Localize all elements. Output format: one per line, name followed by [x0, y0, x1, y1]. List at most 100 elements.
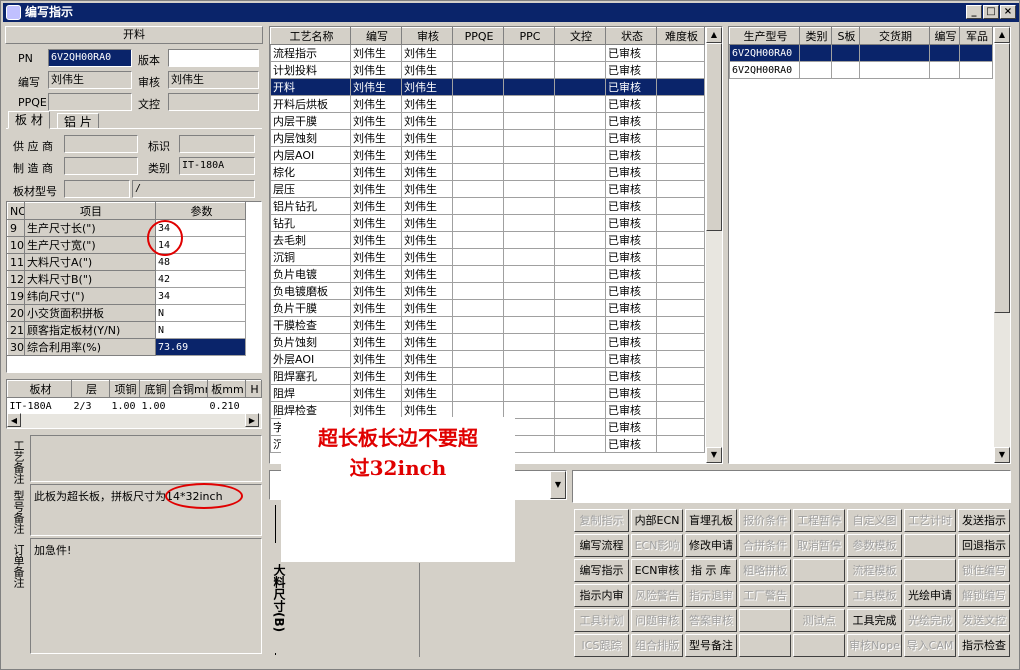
process-empty-cell[interactable]	[554, 61, 606, 79]
process-empty-cell[interactable]	[503, 78, 555, 96]
process-author[interactable]: 刘伟生	[350, 163, 402, 181]
process-author[interactable]: 刘伟生	[350, 384, 402, 402]
model-col-header[interactable]: 交货期	[859, 27, 930, 45]
process-name[interactable]: 阻焊检查	[270, 401, 351, 419]
mark-field[interactable]	[179, 135, 255, 153]
model-empty-cell[interactable]	[859, 44, 930, 62]
param-value[interactable]: N	[155, 321, 246, 339]
process-empty-cell[interactable]	[656, 61, 705, 79]
process-empty-cell[interactable]	[452, 95, 504, 113]
process-empty-cell[interactable]	[503, 299, 555, 317]
ppqe-field[interactable]	[48, 93, 132, 111]
process-status[interactable]: 已审核	[605, 214, 657, 232]
process-author[interactable]: 刘伟生	[350, 61, 402, 79]
process-empty-cell[interactable]	[452, 401, 504, 419]
scroll-right-icon[interactable]: ▶	[245, 413, 259, 427]
process-empty-cell[interactable]	[452, 146, 504, 164]
model-empty-cell[interactable]	[831, 44, 860, 62]
process-status[interactable]: 已审核	[605, 112, 657, 130]
action-button[interactable]: 报价条件	[739, 509, 791, 532]
param-item[interactable]: 综合利用率(%)	[24, 338, 156, 356]
process-status[interactable]: 已审核	[605, 316, 657, 334]
process-status[interactable]: 已审核	[605, 367, 657, 385]
process-status[interactable]: 已审核	[605, 231, 657, 249]
model-empty-cell[interactable]	[959, 61, 993, 79]
action-button[interactable]: 回退指示	[958, 534, 1010, 557]
model-col-header[interactable]: 军品	[959, 27, 993, 45]
process-row[interactable]: 铝片钻孔 刘伟生 刘伟生 已审核	[270, 197, 705, 215]
process-empty-cell[interactable]	[503, 61, 555, 79]
process-row[interactable]: 外层AOI 刘伟生 刘伟生 已审核	[270, 350, 705, 368]
col-item[interactable]: 项目	[24, 202, 156, 220]
process-empty-cell[interactable]	[503, 129, 555, 147]
process-empty-cell[interactable]	[452, 367, 504, 385]
process-name[interactable]: 铝片钻孔	[270, 197, 351, 215]
material-col-header[interactable]: 板材	[7, 380, 72, 398]
action-button[interactable]: 测试点	[793, 609, 845, 632]
process-status[interactable]: 已审核	[605, 61, 657, 79]
process-name[interactable]: 外层AOI	[270, 350, 351, 368]
process-reviewer[interactable]: 刘伟生	[401, 282, 453, 300]
process-empty-cell[interactable]	[503, 197, 555, 215]
action-button[interactable]: 工具完成	[847, 609, 902, 632]
process-author[interactable]: 刘伟生	[350, 180, 402, 198]
process-empty-cell[interactable]	[452, 163, 504, 181]
process-empty-cell[interactable]	[452, 61, 504, 79]
model-number[interactable]: 6V2QH00RA0	[729, 44, 800, 62]
model-col-header[interactable]: 类别	[799, 27, 832, 45]
process-author[interactable]: 刘伟生	[350, 316, 402, 334]
pn-field[interactable]: 6V2QH00RA0	[48, 49, 132, 67]
process-name[interactable]: 阻焊	[270, 384, 351, 402]
model-col-header[interactable]: 生产型号	[729, 27, 800, 45]
param-item[interactable]: 生产尺寸宽(")	[24, 236, 156, 254]
process-empty-cell[interactable]	[554, 316, 606, 334]
process-status[interactable]: 已审核	[605, 95, 657, 113]
tab-board-material[interactable]: 板 材	[8, 111, 50, 129]
note-input[interactable]	[572, 470, 1011, 503]
process-empty-cell[interactable]	[503, 316, 555, 334]
param-no[interactable]: 12	[7, 270, 25, 288]
process-status[interactable]: 已审核	[605, 333, 657, 351]
process-empty-cell[interactable]	[656, 146, 705, 164]
process-status[interactable]: 已审核	[605, 129, 657, 147]
process-empty-cell[interactable]	[656, 418, 705, 436]
action-button[interactable]	[739, 609, 791, 632]
process-row[interactable]: 内层蚀刻 刘伟生 刘伟生 已审核	[270, 129, 705, 147]
process-name[interactable]: 阻焊塞孔	[270, 367, 351, 385]
process-row[interactable]: 钻孔 刘伟生 刘伟生 已审核	[270, 214, 705, 232]
action-button[interactable]: 问题审核	[631, 609, 683, 632]
process-empty-cell[interactable]	[503, 231, 555, 249]
param-row[interactable]: 21 顾客指定板材(Y/N) N	[7, 321, 246, 339]
action-button[interactable]: 取消暂停	[793, 534, 845, 557]
process-status[interactable]: 已审核	[605, 44, 657, 62]
process-empty-cell[interactable]	[503, 44, 555, 62]
param-row[interactable]: 10 生产尺寸宽(") 14	[7, 236, 246, 254]
process-author[interactable]: 刘伟生	[350, 299, 402, 317]
process-author[interactable]: 刘伟生	[350, 350, 402, 368]
process-empty-cell[interactable]	[452, 384, 504, 402]
action-button[interactable]: 工具计划	[574, 609, 629, 632]
version-field[interactable]	[168, 49, 259, 67]
process-status[interactable]: 已审核	[605, 146, 657, 164]
model-empty-cell[interactable]	[859, 61, 930, 79]
process-name[interactable]: 去毛刺	[270, 231, 351, 249]
param-no[interactable]: 11	[7, 253, 25, 271]
param-row[interactable]: 12 大料尺寸B(") 42	[7, 270, 246, 288]
process-status[interactable]: 已审核	[605, 435, 657, 453]
process-status[interactable]: 已审核	[605, 163, 657, 181]
process-name[interactable]: 负片蚀刻	[270, 333, 351, 351]
param-no[interactable]: 10	[7, 236, 25, 254]
action-button[interactable]: 审核Nope	[847, 634, 902, 657]
model-empty-cell[interactable]	[929, 44, 960, 62]
process-empty-cell[interactable]	[554, 367, 606, 385]
model-col-header[interactable]: 编写	[929, 27, 960, 45]
process-empty-cell[interactable]	[554, 146, 606, 164]
process-reviewer[interactable]: 刘伟生	[401, 248, 453, 266]
process-empty-cell[interactable]	[554, 401, 606, 419]
model-empty-cell[interactable]	[929, 61, 960, 79]
model-empty-cell[interactable]	[959, 44, 993, 62]
action-button[interactable]: 锁住编写	[958, 559, 1010, 582]
process-reviewer[interactable]: 刘伟生	[401, 44, 453, 62]
action-button[interactable]: 盲埋孔板	[685, 509, 737, 532]
process-row[interactable]: 层压 刘伟生 刘伟生 已审核	[270, 180, 705, 198]
